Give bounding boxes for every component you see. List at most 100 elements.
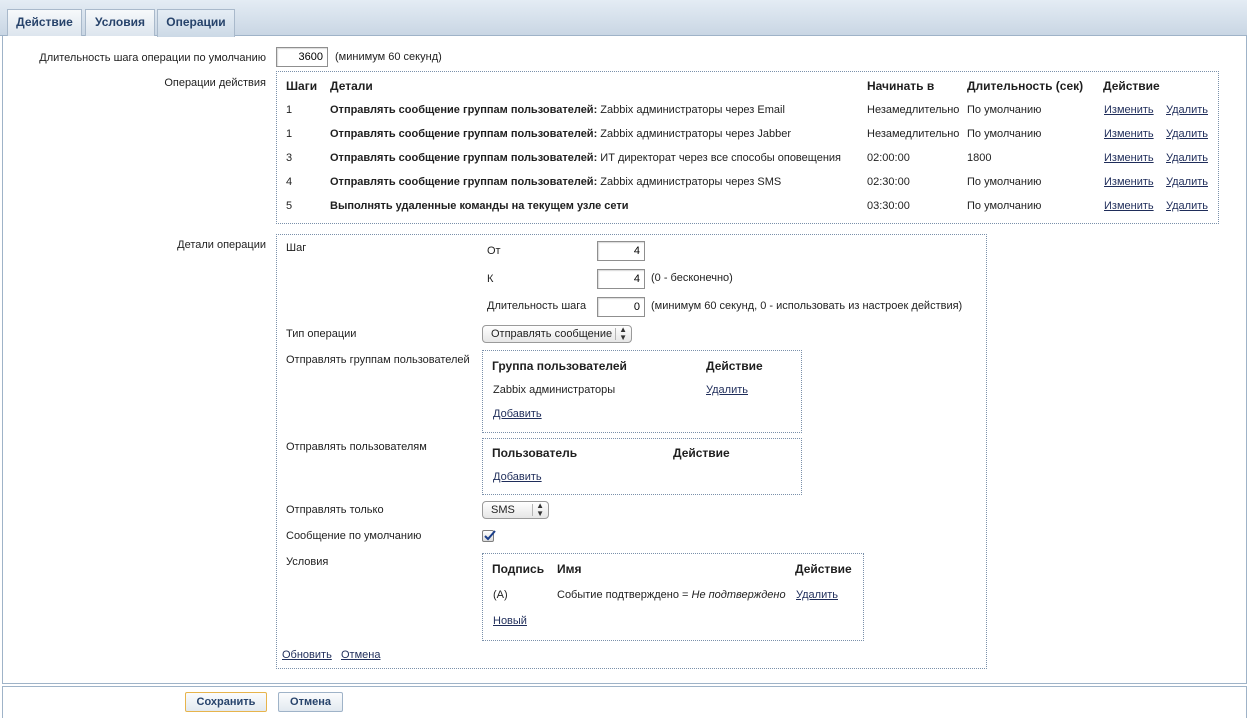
operation-row: 4 Отправлять сообщение группам пользоват… [277, 176, 1217, 194]
op-delete-link[interactable]: Удалить [1166, 104, 1208, 116]
tab-bar: Действие Условия Операции [0, 0, 1247, 37]
col-group-action: Действие [706, 359, 763, 373]
op-delete-link[interactable]: Удалить [1166, 128, 1208, 140]
col-cond-name: Имя [557, 562, 582, 576]
step-to-input[interactable] [597, 269, 645, 289]
op-start: 02:00:00 [867, 152, 910, 164]
updown-arrows-icon: ▲ ▼ [619, 325, 627, 342]
op-step: 1 [286, 104, 293, 116]
op-start: 02:30:00 [867, 176, 910, 188]
col-start: Начинать в [867, 79, 935, 93]
send-only-label: Отправлять только [286, 504, 384, 516]
op-start: 03:30:00 [867, 200, 910, 212]
op-delete-link[interactable]: Удалить [1166, 200, 1208, 212]
col-cond-action: Действие [795, 562, 852, 576]
op-details: Выполнять удаленные команды на текущем у… [330, 200, 629, 212]
op-duration: По умолчанию [967, 200, 1042, 212]
group-add-link[interactable]: Добавить [493, 408, 542, 420]
default-message-label: Сообщение по умолчанию [286, 530, 422, 542]
op-type-select[interactable]: Отправлять сообщение ▲ ▼ [482, 325, 632, 343]
updown-arrows-icon: ▲ ▼ [536, 501, 544, 518]
op-step: 4 [286, 176, 293, 188]
op-details-rest: Zabbix администраторы через Email [597, 104, 785, 116]
operations-table: Шаги Детали Начинать в Длительность (сек… [276, 71, 1219, 224]
condition-name-value: Не подтверждено [691, 589, 786, 601]
col-user-action: Действие [673, 446, 730, 460]
condition-name: Событие подтверждено = Не подтверждено [557, 589, 786, 601]
op-step: 3 [286, 152, 293, 164]
select-divider [532, 504, 533, 516]
default-step-input[interactable] [276, 47, 328, 67]
group-name: Zabbix администраторы [493, 384, 616, 396]
select-divider [615, 328, 616, 340]
step-label: Шаг [286, 242, 307, 254]
op-duration: 1800 [967, 152, 992, 164]
op-start: Незамедлительно [867, 104, 960, 116]
operation-row: 3 Отправлять сообщение группам пользоват… [277, 152, 1217, 170]
step-duration-label: Длительность шага [487, 300, 587, 312]
default-step-hint: (минимум 60 секунд) [335, 51, 442, 63]
op-edit-link[interactable]: Изменить [1104, 152, 1154, 164]
groups-table: Группа пользователей Действие Zabbix адм… [482, 350, 802, 433]
condition-label: (A) [493, 589, 508, 601]
op-details-rest: ИТ директорат через все способы оповещен… [597, 152, 841, 164]
operation-row: 5 Выполнять удаленные команды на текущем… [277, 200, 1217, 218]
op-edit-link[interactable]: Изменить [1104, 104, 1154, 116]
cancel-button[interactable]: Отмена [278, 692, 343, 712]
op-delete-link[interactable]: Удалить [1166, 176, 1208, 188]
op-details-bold: Отправлять сообщение группам пользовател… [330, 152, 598, 164]
op-edit-link[interactable]: Изменить [1104, 128, 1154, 140]
op-step: 1 [286, 128, 293, 140]
to-label: К [487, 273, 494, 285]
op-details: Отправлять сообщение группам пользовател… [330, 104, 785, 116]
op-step: 5 [286, 200, 293, 212]
condition-new-link[interactable]: Новый [493, 615, 527, 627]
update-link[interactable]: Обновить [282, 649, 332, 661]
op-duration: По умолчанию [967, 128, 1042, 140]
send-only-select[interactable]: SMS ▲ ▼ [482, 501, 549, 519]
conditions-label: Условия [286, 556, 329, 568]
col-details: Детали [330, 79, 373, 93]
op-delete-link[interactable]: Удалить [1166, 152, 1208, 164]
op-details-bold: Выполнять удаленные команды на текущем у… [330, 200, 629, 212]
condition-name-plain: Событие подтверждено = [557, 589, 692, 601]
tab-action[interactable]: Действие [7, 9, 82, 36]
users-label: Отправлять пользователям [286, 441, 427, 453]
cancel-link[interactable]: Отмена [341, 649, 380, 661]
operation-row: 1 Отправлять сообщение группам пользоват… [277, 128, 1217, 146]
col-action: Действие [1103, 79, 1160, 93]
op-details-rest: Zabbix администраторы через Jabber [597, 128, 792, 140]
op-details: Отправлять сообщение группам пользовател… [330, 128, 791, 140]
condition-delete-link[interactable]: Удалить [796, 589, 838, 601]
op-type-value: Отправлять сообщение [491, 328, 613, 340]
operations-label: Операции действия [164, 77, 266, 89]
op-edit-link[interactable]: Изменить [1104, 176, 1154, 188]
default-step-label: Длительность шага операции по умолчанию [39, 52, 266, 64]
operation-details-label: Детали операции [177, 239, 266, 251]
op-details-bold: Отправлять сообщение группам пользовател… [330, 104, 598, 116]
op-type-label: Тип операции [286, 328, 357, 340]
user-add-link[interactable]: Добавить [493, 471, 542, 483]
col-user-group: Группа пользователей [492, 359, 627, 373]
groups-label: Отправлять группам пользователей [286, 354, 470, 366]
tab-operations[interactable]: Операции [157, 9, 235, 37]
op-start: Незамедлительно [867, 128, 960, 140]
op-duration: По умолчанию [967, 104, 1042, 116]
tab-conditions[interactable]: Условия [85, 9, 155, 36]
col-cond-label: Подпись [492, 562, 545, 576]
default-message-checkbox[interactable] [482, 530, 496, 542]
step-duration-input[interactable] [597, 297, 645, 317]
step-duration-hint: (минимум 60 секунд, 0 - использовать из … [651, 300, 963, 312]
to-hint: (0 - бесконечно) [651, 272, 733, 284]
step-from-input[interactable] [597, 241, 645, 261]
op-edit-link[interactable]: Изменить [1104, 200, 1154, 212]
op-duration: По умолчанию [967, 176, 1042, 188]
group-delete-link[interactable]: Удалить [706, 384, 748, 396]
send-only-value: SMS [491, 504, 515, 516]
op-details-rest: Zabbix администраторы через SMS [597, 176, 782, 188]
op-details-bold: Отправлять сообщение группам пользовател… [330, 128, 598, 140]
op-details: Отправлять сообщение группам пользовател… [330, 152, 841, 164]
op-details: Отправлять сообщение группам пользовател… [330, 176, 781, 188]
save-button[interactable]: Сохранить [185, 692, 267, 712]
col-user: Пользователь [492, 446, 578, 460]
